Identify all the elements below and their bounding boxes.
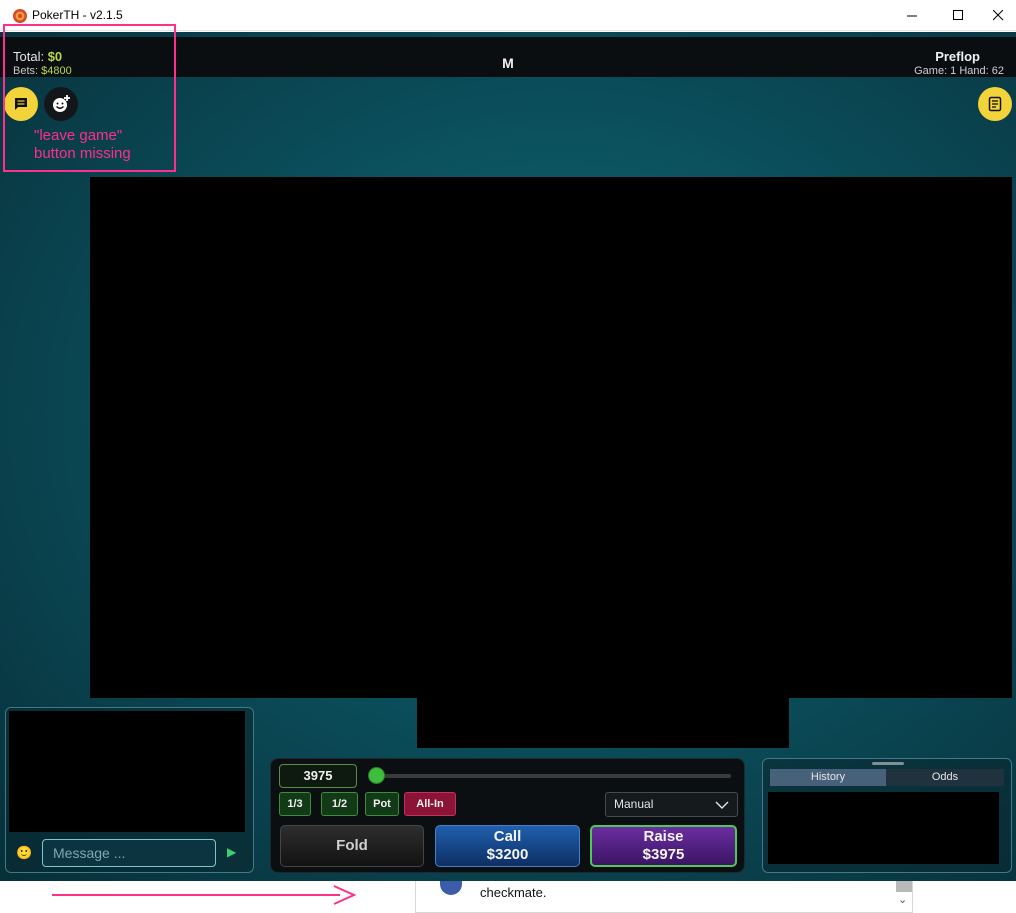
betting-round: Preflop [935, 49, 980, 64]
close-button[interactable] [981, 0, 1016, 31]
redacted-chat-log [9, 711, 245, 832]
call-label: Call [493, 828, 522, 845]
screen: PokerTH - v2.1.5 Total: $0 Bets: $4800 M… [0, 0, 1016, 913]
chat-panel: 🙂 ▶ [5, 707, 254, 873]
bet-slider-handle[interactable] [368, 767, 385, 784]
window-title: PokerTH - v2.1.5 [32, 8, 123, 22]
redacted-table-area [90, 177, 1012, 698]
close-icon [993, 10, 1004, 21]
fold-label: Fold [336, 837, 368, 854]
notes-icon [988, 96, 1002, 112]
raise-label: Raise [643, 828, 684, 845]
action-panel: 3975 1/3 1/2 Pot All-In Manual Fold Call… [270, 758, 745, 873]
call-amount: $3200 [486, 846, 529, 863]
annotation-arrow-icon [52, 885, 357, 905]
redacted-history-log [768, 792, 999, 864]
pokerth-logo-icon [13, 9, 27, 23]
minimize-icon [906, 15, 917, 17]
all-in-button[interactable]: All-In [404, 792, 456, 816]
history-panel: History Odds [762, 758, 1012, 873]
call-button[interactable]: Call $3200 [435, 825, 580, 867]
game-hand-counter: Game: 1 Hand: 62 [914, 65, 1004, 77]
raise-amount: $3975 [642, 846, 685, 863]
avatar [440, 881, 462, 895]
chat-message-input[interactable] [42, 839, 216, 867]
maximize-icon [952, 10, 963, 20]
smiley-icon[interactable]: 🙂 [16, 845, 32, 861]
scroll-down-icon[interactable]: ⌄ [898, 893, 907, 906]
preset-pot-button[interactable]: Pot [365, 792, 399, 816]
tab-odds[interactable]: Odds [886, 769, 1004, 786]
bet-amount-field[interactable]: 3975 [279, 764, 357, 788]
raise-button[interactable]: Raise $3975 [590, 825, 737, 867]
notes-button[interactable] [978, 87, 1012, 121]
scrollbar-thumb[interactable] [896, 881, 912, 892]
tweet-text: checkmate. [480, 885, 547, 900]
minimize-button[interactable] [889, 0, 935, 31]
maximize-button[interactable] [935, 0, 981, 31]
fold-button[interactable]: Fold [280, 825, 424, 867]
bet-slider-track[interactable] [375, 774, 731, 778]
preset-half-pot-button[interactable]: 1/2 [321, 792, 358, 816]
annotation-note: "leave game" button missing [34, 127, 131, 162]
action-mode-value: Manual [614, 797, 654, 811]
redacted-player-area [417, 698, 789, 748]
chevron-down-icon [715, 801, 729, 809]
action-mode-select[interactable]: Manual [605, 792, 738, 817]
tab-history[interactable]: History [770, 769, 886, 786]
tweet-card: checkmate. ⌄ [415, 881, 913, 913]
preset-third-pot-button[interactable]: 1/3 [279, 792, 311, 816]
send-icon[interactable]: ▶ [227, 845, 236, 859]
panel-grip-handle[interactable] [872, 762, 904, 765]
